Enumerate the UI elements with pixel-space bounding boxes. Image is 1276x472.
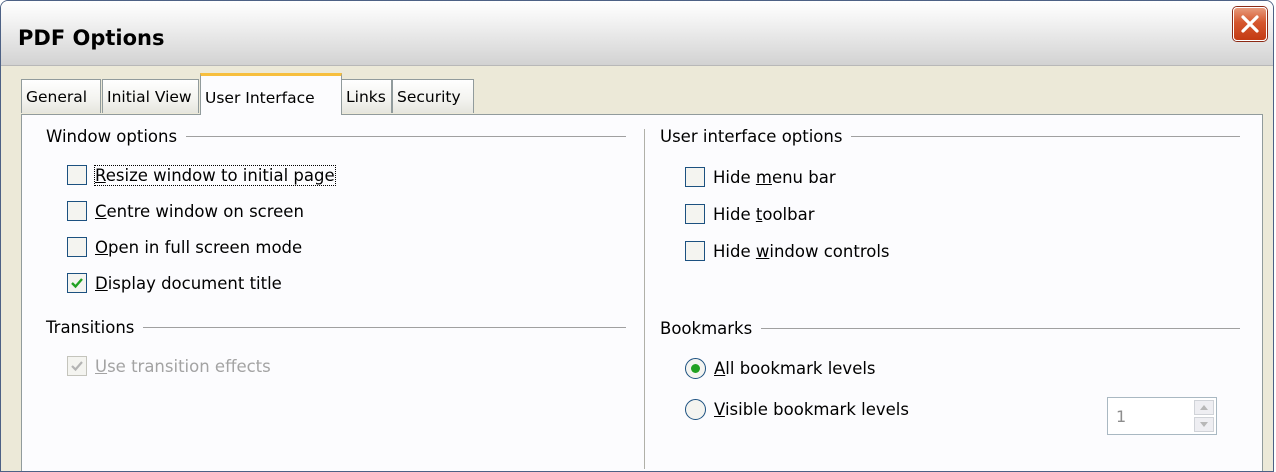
spin-down-button[interactable] xyxy=(1194,417,1214,432)
resize-window-option[interactable]: Resize window to initial page xyxy=(67,164,336,186)
all-bookmark-levels-radio[interactable] xyxy=(685,358,706,379)
tab-general[interactable]: General xyxy=(21,79,101,113)
tab-user-interface[interactable]: User Interface xyxy=(200,73,342,115)
tab-initial-view[interactable]: Initial View xyxy=(102,79,199,113)
centre-window-label: Centre window on screen xyxy=(95,201,304,221)
transition-effects-label: Use transition effects xyxy=(95,356,271,376)
bookmarks-heading: Bookmarks xyxy=(660,319,753,338)
transitions-heading: Transitions xyxy=(46,318,135,337)
full-screen-label: Open in full screen mode xyxy=(95,237,303,257)
visible-bookmark-levels-option[interactable]: Visible bookmark levels xyxy=(685,399,909,420)
section-rule xyxy=(851,136,1240,137)
hide-menubar-label: Hide menu bar xyxy=(713,167,836,187)
all-bookmark-levels-option[interactable]: All bookmark levels xyxy=(685,358,876,379)
radio-selected-dot xyxy=(691,364,700,373)
transition-effects-checkbox[interactable] xyxy=(67,356,87,376)
visible-bookmark-levels-radio[interactable] xyxy=(685,399,706,420)
hide-window-controls-label: Hide window controls xyxy=(713,241,890,261)
triangle-down-icon xyxy=(1200,422,1208,427)
hide-toolbar-checkbox[interactable] xyxy=(685,204,705,224)
hide-window-controls-checkbox[interactable] xyxy=(685,241,705,261)
checkmark-icon xyxy=(71,361,83,372)
display-title-option[interactable]: Display document title xyxy=(67,273,282,293)
title-bar[interactable]: PDF Options xyxy=(1,1,1273,66)
section-rule xyxy=(186,136,626,137)
display-title-label: Display document title xyxy=(95,273,282,293)
centre-window-checkbox[interactable] xyxy=(67,201,87,221)
section-rule xyxy=(761,328,1240,329)
hide-menubar-option[interactable]: Hide menu bar xyxy=(685,167,836,187)
resize-window-label: Resize window to initial page xyxy=(94,164,336,186)
window-options-section: Window options xyxy=(46,127,626,146)
transitions-section: Transitions xyxy=(46,318,626,337)
centre-window-option[interactable]: Centre window on screen xyxy=(67,201,304,221)
close-x-icon xyxy=(1241,15,1259,33)
checkmark-icon xyxy=(71,278,83,289)
hide-menubar-checkbox[interactable] xyxy=(685,167,705,187)
ui-options-section: User interface options xyxy=(660,127,1240,146)
triangle-up-icon xyxy=(1200,405,1208,410)
transition-effects-option[interactable]: Use transition effects xyxy=(67,356,271,376)
bookmarks-section: Bookmarks xyxy=(660,319,1240,338)
column-divider xyxy=(644,129,645,469)
hide-toolbar-label: Hide toolbar xyxy=(713,204,815,224)
display-title-checkbox[interactable] xyxy=(67,273,87,293)
bookmark-levels-value: 1 xyxy=(1116,407,1127,426)
visible-bookmark-levels-label: Visible bookmark levels xyxy=(714,400,909,419)
tab-links[interactable]: Links xyxy=(341,79,392,113)
hide-toolbar-option[interactable]: Hide toolbar xyxy=(685,204,815,224)
spin-up-button[interactable] xyxy=(1194,400,1214,415)
section-rule xyxy=(143,327,626,328)
resize-window-checkbox[interactable] xyxy=(67,165,87,185)
bookmark-levels-spinner[interactable]: 1 xyxy=(1107,397,1217,435)
user-interface-panel: Window options Resize window to initial … xyxy=(21,114,1263,471)
window-title: PDF Options xyxy=(18,26,165,50)
tab-security[interactable]: Security xyxy=(392,79,474,113)
ui-options-heading: User interface options xyxy=(660,127,843,146)
close-button[interactable] xyxy=(1233,7,1267,41)
window-options-heading: Window options xyxy=(46,127,178,146)
pdf-options-dialog: PDF Options General Initial View User In… xyxy=(0,0,1274,472)
hide-window-controls-option[interactable]: Hide window controls xyxy=(685,241,890,261)
all-bookmark-levels-label: All bookmark levels xyxy=(714,359,876,378)
full-screen-option[interactable]: Open in full screen mode xyxy=(67,237,302,257)
full-screen-checkbox[interactable] xyxy=(67,237,87,257)
spinner-arrows xyxy=(1194,400,1214,432)
